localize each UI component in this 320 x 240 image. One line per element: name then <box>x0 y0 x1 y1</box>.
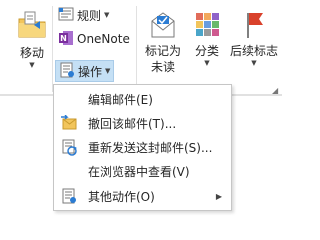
chevron-down-icon: ▼ <box>29 61 35 69</box>
menu-item-label: 其他动作(O) <box>88 189 155 204</box>
menu-item-edit-message[interactable]: 编辑邮件(E) <box>55 87 230 111</box>
onenote-label: OneNote <box>77 32 130 46</box>
menu-item-resend-message[interactable]: 重新发送这封邮件(S)... <box>55 135 230 159</box>
chevron-down-icon: ▼ <box>105 67 111 75</box>
menu-icon-slot <box>57 87 81 111</box>
menu-item-other-actions[interactable]: 其他动作(O) ▶ <box>55 184 230 208</box>
svg-text:N: N <box>60 34 67 43</box>
follow-up-label: 后续标志 <box>229 44 278 58</box>
rules-label: 规则 <box>77 8 102 23</box>
menu-item-view-in-browser[interactable]: 在浏览器中查看(V) <box>55 159 230 183</box>
actions-dropdown-menu: 编辑邮件(E) 撤回该邮件(T)... 重新发送这封邮件(S)... 在浏览器中… <box>53 84 232 211</box>
categorize-icon <box>192 10 222 43</box>
follow-up-button[interactable]: 后续标志 ▼ <box>226 10 282 67</box>
menu-item-label: 重新发送这封邮件(S)... <box>88 140 213 155</box>
mark-unread-label-1: 标记为 <box>144 44 181 58</box>
actions-label: 操作 <box>78 64 103 79</box>
flag-icon <box>239 10 269 43</box>
menu-item-label: 撤回该邮件(T)... <box>88 116 177 131</box>
group-separator <box>136 6 137 92</box>
chevron-down-icon: ▼ <box>204 59 210 67</box>
menu-item-recall-message[interactable]: 撤回该邮件(T)... <box>55 111 230 135</box>
mark-unread-icon <box>147 10 179 43</box>
move-to-folder-icon <box>16 10 48 45</box>
mark-unread-button[interactable]: 标记为 未读 <box>140 10 186 75</box>
menu-icon-slot <box>57 159 81 183</box>
recall-message-icon <box>57 111 81 135</box>
actions-icon <box>59 62 75 81</box>
mark-unread-label-2: 未读 <box>150 60 175 74</box>
move-label: 移动 <box>19 46 44 60</box>
resend-message-icon <box>57 135 81 159</box>
ribbon: 移动 ▼ 规则 ▼ N OneNote 操作 ▼ 标记为 未读 分类 ▼ 后续标… <box>0 0 282 95</box>
actions-button[interactable]: 操作 ▼ <box>55 60 115 82</box>
categorize-button[interactable]: 分类 ▼ <box>188 10 226 67</box>
menu-item-label: 编辑邮件(E) <box>88 92 153 107</box>
group-separator <box>52 6 53 92</box>
categorize-label: 分类 <box>194 44 219 58</box>
chevron-down-icon: ▼ <box>104 11 110 19</box>
onenote-button[interactable]: N OneNote <box>55 28 133 50</box>
menu-item-label: 在浏览器中查看(V) <box>88 164 190 179</box>
onenote-icon: N <box>58 30 74 49</box>
rules-icon <box>58 6 74 25</box>
submenu-arrow-icon: ▶ <box>215 191 222 201</box>
rules-button[interactable]: 规则 ▼ <box>55 4 112 26</box>
chevron-down-icon: ▼ <box>251 59 257 67</box>
move-button[interactable]: 移动 ▼ <box>12 10 52 69</box>
other-actions-icon <box>57 184 81 208</box>
